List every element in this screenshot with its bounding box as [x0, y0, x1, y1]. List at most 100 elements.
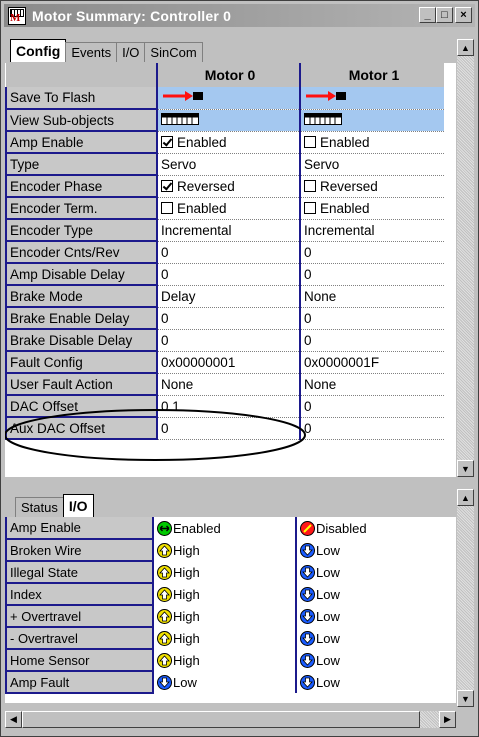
io-status-text: High: [173, 608, 200, 624]
config-row-label[interactable]: Save To Flash: [5, 87, 158, 110]
config-value-cell[interactable]: 0: [299, 307, 444, 330]
config-value-cell[interactable]: 0: [299, 263, 444, 286]
checkbox-label: Enabled: [177, 134, 227, 150]
config-row-label[interactable]: Aux DAC Offset: [5, 417, 158, 440]
scroll-right-button[interactable]: ▶: [439, 711, 456, 728]
config-checkbox-cell[interactable]: Enabled: [299, 197, 444, 220]
checkbox[interactable]: [304, 135, 316, 148]
green-status-led-icon: [157, 520, 172, 536]
io-row-label: Index: [5, 583, 154, 606]
config-value-cell[interactable]: Incremental: [299, 219, 444, 242]
close-button[interactable]: ×: [455, 7, 472, 23]
config-value-cell[interactable]: 0: [156, 241, 300, 264]
sub-objects-icon[interactable]: [304, 112, 342, 128]
io-status-text: High: [173, 652, 200, 668]
config-value-cell[interactable]: 0: [299, 329, 444, 352]
config-value-cell[interactable]: 0: [156, 307, 300, 330]
io-status-cell: Low: [295, 605, 440, 627]
minimize-icon: _: [424, 8, 431, 21]
config-row-label[interactable]: Encoder Cnts/Rev: [5, 241, 158, 264]
io-status-cell: Low: [152, 671, 296, 693]
config-row-label[interactable]: Type: [5, 153, 158, 176]
checkbox[interactable]: [161, 201, 173, 214]
config-row: Brake Mode Delay None: [5, 285, 444, 308]
tab-events[interactable]: Events: [65, 42, 118, 62]
scroll-down-button[interactable]: ▼: [457, 460, 474, 477]
config-checkbox-cell[interactable]: Enabled: [156, 197, 300, 220]
save-arrow-icon[interactable]: [161, 91, 205, 106]
io-grid-pane: Amp Enable Enabled Disabled Broken Wire High…: [5, 517, 456, 703]
config-icon-cell[interactable]: [156, 109, 300, 132]
scroll-up-button[interactable]: ▲: [457, 39, 474, 56]
tab-config[interactable]: Config: [10, 39, 67, 62]
checkbox[interactable]: [304, 201, 316, 214]
config-row-label[interactable]: Amp Enable: [5, 131, 158, 154]
config-value-cell[interactable]: None: [299, 373, 444, 396]
config-value-cell[interactable]: None: [156, 373, 300, 396]
config-checkbox-cell[interactable]: Reversed: [299, 175, 444, 198]
tab-io-status[interactable]: I/O: [62, 494, 94, 517]
config-grid-pane: Motor 0 Motor 1 Save To Flash View Sub-ob…: [5, 63, 456, 477]
config-value-cell[interactable]: 0.1: [156, 395, 300, 418]
config-value-cell[interactable]: 0: [299, 395, 444, 418]
config-row-label[interactable]: Amp Disable Delay: [5, 263, 158, 286]
config-value-cell[interactable]: 0: [156, 329, 300, 352]
config-vertical-scrollbar[interactable]: ▲ ▼: [457, 39, 474, 477]
checkbox[interactable]: [161, 179, 173, 192]
config-value-cell[interactable]: Delay: [156, 285, 300, 308]
io-status-cell: Low: [295, 539, 440, 561]
io-vertical-scrollbar[interactable]: ▲ ▼: [457, 489, 474, 707]
io-row: Amp Enable Enabled Disabled: [5, 517, 440, 540]
tab-io[interactable]: I/O: [116, 42, 146, 62]
config-row-label[interactable]: View Sub-objects: [5, 109, 158, 132]
title-bar[interactable]: M Motor Summary: Controller 0 _ □ ×: [4, 4, 475, 27]
config-checkbox-cell[interactable]: Reversed: [156, 175, 300, 198]
config-row-label[interactable]: Encoder Term.: [5, 197, 158, 220]
config-value-cell[interactable]: 0x00000001: [156, 351, 300, 374]
config-row-label[interactable]: Encoder Type: [5, 219, 158, 242]
config-value-cell[interactable]: 0x0000001F: [299, 351, 444, 374]
config-checkbox-cell[interactable]: Enabled: [299, 131, 444, 154]
horizontal-scroll-thumb[interactable]: [22, 711, 420, 728]
corner-header: [6, 63, 157, 87]
config-icon-cell[interactable]: [299, 87, 444, 110]
config-value-cell[interactable]: Incremental: [156, 219, 300, 242]
config-icon-cell[interactable]: [156, 87, 300, 110]
config-value-cell[interactable]: 0: [156, 417, 300, 440]
yellow-status-led-icon: [157, 608, 172, 624]
config-checkbox-cell[interactable]: Enabled: [156, 131, 300, 154]
config-row-label[interactable]: Brake Disable Delay: [5, 329, 158, 352]
io-scroll-up-button[interactable]: ▲: [457, 489, 474, 506]
io-row-label: + Overtravel: [5, 605, 154, 628]
config-row-label[interactable]: Brake Enable Delay: [5, 307, 158, 330]
checkbox[interactable]: [161, 135, 173, 148]
io-status-cell: High: [152, 561, 296, 583]
app-grid-icon[interactable]: M: [8, 6, 26, 25]
config-row-label[interactable]: Brake Mode: [5, 285, 158, 308]
config-value-cell[interactable]: None: [299, 285, 444, 308]
tab-sincom[interactable]: SinCom: [144, 42, 203, 62]
sub-objects-icon[interactable]: [161, 112, 199, 128]
config-value-cell[interactable]: Servo: [299, 153, 444, 176]
config-value-cell[interactable]: Servo: [156, 153, 300, 176]
io-status-text: Low: [173, 674, 197, 690]
column-header-motor-0[interactable]: Motor 0: [156, 63, 300, 87]
config-row-label[interactable]: Fault Config: [5, 351, 158, 374]
config-value-cell[interactable]: 0: [156, 263, 300, 286]
tab-status[interactable]: Status: [15, 497, 64, 517]
config-value-cell[interactable]: 0: [299, 241, 444, 264]
config-value-cell[interactable]: 0: [299, 417, 444, 440]
io-status-cell: High: [152, 583, 296, 605]
scroll-left-button[interactable]: ◀: [5, 711, 22, 728]
minimize-button[interactable]: _: [419, 7, 436, 23]
column-header-motor-1[interactable]: Motor 1: [299, 63, 444, 87]
horizontal-scrollbar[interactable]: ◀ ▶: [5, 711, 456, 728]
config-row-label[interactable]: DAC Offset: [5, 395, 158, 418]
config-icon-cell[interactable]: [299, 109, 444, 132]
save-arrow-icon[interactable]: [304, 91, 348, 106]
config-row-label[interactable]: User Fault Action: [5, 373, 158, 396]
maximize-button[interactable]: □: [436, 7, 453, 23]
config-row-label[interactable]: Encoder Phase: [5, 175, 158, 198]
checkbox[interactable]: [304, 179, 316, 192]
io-scroll-down-button[interactable]: ▼: [457, 690, 474, 707]
